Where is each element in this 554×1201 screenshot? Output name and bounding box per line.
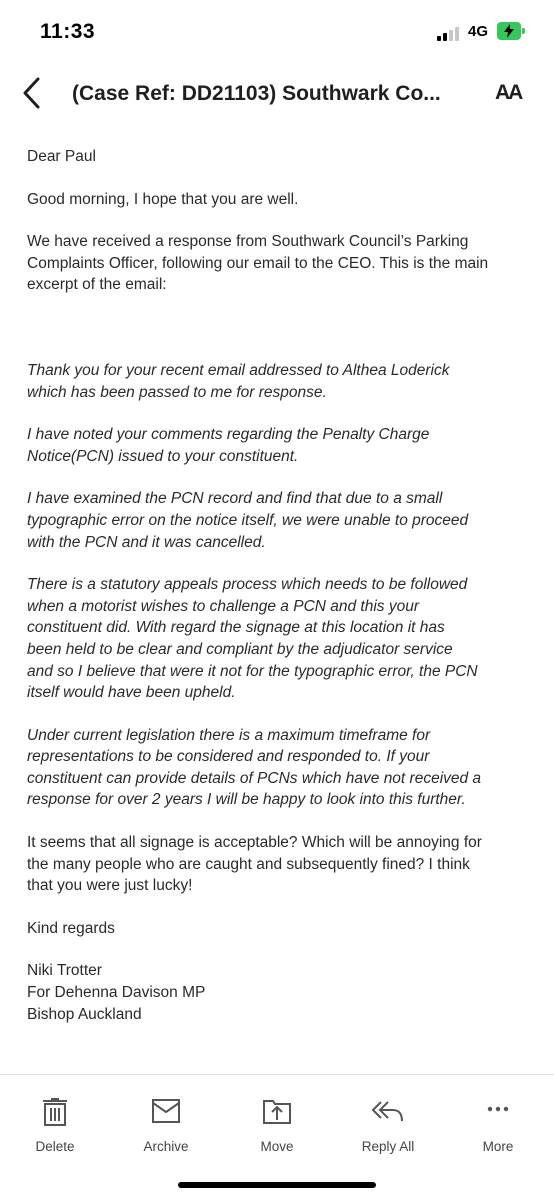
quote-paragraph-4: There is a statutory appeals process whi… [27, 576, 478, 702]
delete-label: Delete [35, 1139, 75, 1154]
delete-button[interactable]: Delete [15, 1097, 95, 1154]
chevron-left-icon [23, 77, 40, 109]
signoff: Kind regards [27, 919, 115, 937]
move-label: Move [260, 1139, 294, 1154]
status-bar: 11:33 4G [0, 0, 554, 64]
quote-paragraph-5: Under current legislation there is a max… [27, 726, 482, 809]
move-to-folder-icon [263, 1100, 291, 1124]
archive-icon [152, 1099, 180, 1123]
reply-all-label: Reply All [361, 1139, 415, 1154]
back-button[interactable] [18, 76, 48, 110]
network-type: 4G [468, 23, 489, 40]
quote-paragraph-3: I have examined the PCN record and find … [27, 490, 469, 551]
text-size-button[interactable]: AA [495, 81, 523, 105]
reply-all-icon [371, 1101, 403, 1122]
cellular-signal-icon [437, 27, 463, 41]
move-button[interactable]: Move [237, 1097, 317, 1154]
archive-label: Archive [143, 1139, 189, 1154]
clock: 11:33 [40, 20, 96, 43]
trash-icon [43, 1098, 67, 1126]
quote-paragraph-2: I have noted your comments regarding the… [27, 426, 430, 465]
comment-paragraph: It seems that all signage is acceptable?… [27, 834, 482, 895]
context-paragraph: We have received a response from Southwa… [27, 233, 489, 294]
more-options-icon [487, 1106, 509, 1112]
reply-all-button[interactable]: Reply All [348, 1097, 428, 1154]
battery-charging-icon [497, 22, 525, 40]
home-indicator [178, 1182, 376, 1188]
archive-button[interactable]: Archive [126, 1097, 206, 1154]
email-subject: (Case Ref: DD21103) Southwark Co... [72, 82, 441, 105]
quote-paragraph-1: Thank you for your recent email addresse… [27, 361, 450, 401]
signature: Niki Trotter For Dehenna Davison MP Bish… [27, 962, 206, 1023]
intro-line: Good morning, I hope that you are well. [27, 190, 299, 208]
more-button[interactable]: More [458, 1097, 538, 1154]
more-label: More [482, 1139, 514, 1154]
navigation-bar: (Case Ref: DD21103) Southwark Co... AA [0, 64, 554, 124]
message-body: Dear Paul Good morning, I hope that you … [27, 146, 532, 1025]
greeting: Dear Paul [27, 148, 96, 165]
